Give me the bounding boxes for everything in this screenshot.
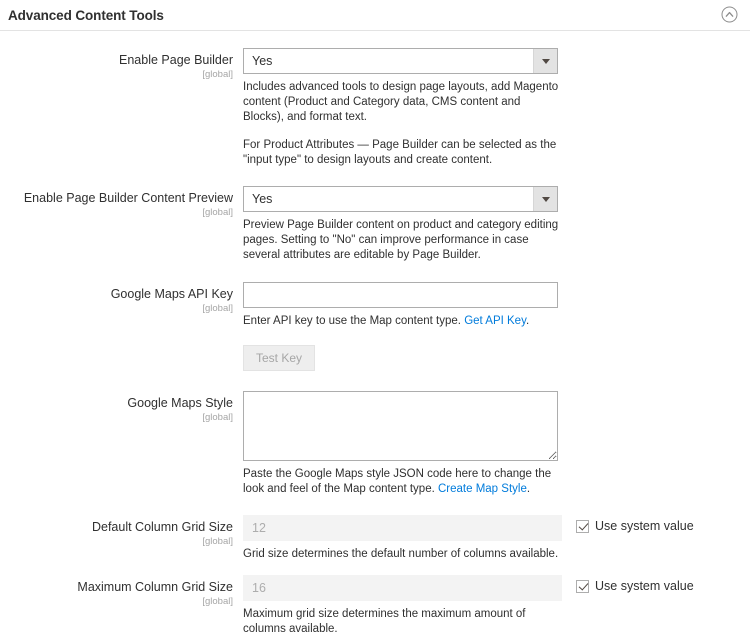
field-control-google-maps-style: Paste the Google Maps style JSON code he… bbox=[243, 391, 750, 497]
field-label-enable-content-preview: Enable Page Builder Content Preview [glo… bbox=[0, 186, 243, 219]
field-note-5: Grid size determines the default number … bbox=[243, 547, 559, 562]
section-header[interactable]: Advanced Content Tools bbox=[0, 0, 750, 31]
chevron-down-icon[interactable] bbox=[533, 49, 557, 73]
scope-label: [global] bbox=[0, 412, 233, 424]
field-control-enable-page-builder: Yes Includes advanced tools to design pa… bbox=[243, 48, 750, 168]
field-label-default-column-grid-size: Default Column Grid Size [global] bbox=[0, 515, 243, 548]
use-system-value-maximum-grid[interactable]: Use system value bbox=[576, 575, 716, 593]
scope-label: [global] bbox=[0, 536, 233, 548]
note-suffix: . bbox=[526, 315, 529, 327]
settings-form: Enable Page Builder [global] Yes Include… bbox=[0, 31, 750, 637]
checkbox-icon[interactable] bbox=[576, 580, 589, 593]
field-google-maps-api-key: Google Maps API Key [global] Enter API k… bbox=[0, 282, 750, 371]
field-control-default-column-grid-size: Grid size determines the default number … bbox=[243, 515, 750, 562]
google-maps-style-textarea[interactable] bbox=[243, 391, 558, 461]
use-system-value-label[interactable]: Use system value bbox=[595, 519, 694, 533]
scope-label: [global] bbox=[0, 596, 233, 608]
field-control-google-maps-api-key: Enter API key to use the Map content typ… bbox=[243, 282, 750, 371]
note-prefix: Enter API key to use the Map content typ… bbox=[243, 315, 464, 327]
scope-label: [global] bbox=[0, 207, 233, 219]
field-label-enable-page-builder: Enable Page Builder [global] bbox=[0, 48, 243, 81]
scope-label: [global] bbox=[0, 69, 233, 81]
label-text: Enable Page Builder bbox=[0, 53, 233, 68]
page-title: Advanced Content Tools bbox=[8, 8, 164, 23]
field-label-google-maps-api-key: Google Maps API Key [global] bbox=[0, 282, 243, 315]
label-text: Default Column Grid Size bbox=[0, 520, 233, 535]
field-maximum-column-grid-size: Maximum Column Grid Size [global] Maximu… bbox=[0, 575, 750, 637]
label-text: Google Maps Style bbox=[0, 396, 233, 411]
field-default-column-grid-size: Default Column Grid Size [global] Grid s… bbox=[0, 515, 750, 562]
maximum-column-grid-size-input[interactable] bbox=[243, 575, 562, 601]
field-control-enable-content-preview: Yes Preview Page Builder content on prod… bbox=[243, 186, 750, 263]
chevron-up-circle-icon[interactable] bbox=[721, 6, 738, 23]
field-note-4: Paste the Google Maps style JSON code he… bbox=[243, 467, 559, 497]
use-system-value-default-grid[interactable]: Use system value bbox=[576, 515, 716, 533]
select-selected-value: Yes bbox=[252, 49, 272, 73]
get-api-key-link[interactable]: Get API Key bbox=[464, 315, 526, 327]
field-google-maps-style: Google Maps Style [global] Paste the Goo… bbox=[0, 391, 750, 497]
field-enable-page-builder: Enable Page Builder [global] Yes Include… bbox=[0, 48, 750, 168]
default-column-grid-size-input[interactable] bbox=[243, 515, 562, 541]
test-key-button[interactable]: Test Key bbox=[243, 345, 315, 371]
field-note-3: Enter API key to use the Map content typ… bbox=[243, 314, 559, 329]
field-note-2: Preview Page Builder content on product … bbox=[243, 218, 559, 263]
use-system-value-label[interactable]: Use system value bbox=[595, 579, 694, 593]
label-text: Maximum Column Grid Size bbox=[0, 580, 233, 595]
checkbox-icon[interactable] bbox=[576, 520, 589, 533]
field-label-maximum-column-grid-size: Maximum Column Grid Size [global] bbox=[0, 575, 243, 608]
field-enable-content-preview: Enable Page Builder Content Preview [glo… bbox=[0, 186, 750, 263]
chevron-down-icon[interactable] bbox=[533, 187, 557, 211]
field-note-1b: For Product Attributes — Page Builder ca… bbox=[243, 138, 559, 168]
note-suffix: . bbox=[527, 483, 530, 495]
enable-content-preview-select[interactable]: Yes bbox=[243, 186, 558, 212]
scope-label: [global] bbox=[0, 303, 233, 315]
field-note-1a: Includes advanced tools to design page l… bbox=[243, 80, 559, 125]
label-text: Google Maps API Key bbox=[0, 287, 233, 302]
field-note-6: Maximum grid size determines the maximum… bbox=[243, 607, 559, 637]
label-text: Enable Page Builder Content Preview bbox=[0, 191, 233, 206]
field-label-google-maps-style: Google Maps Style [global] bbox=[0, 391, 243, 424]
field-control-maximum-column-grid-size: Maximum grid size determines the maximum… bbox=[243, 575, 750, 637]
google-maps-api-key-input[interactable] bbox=[243, 282, 558, 308]
select-selected-value: Yes bbox=[252, 187, 272, 211]
create-map-style-link[interactable]: Create Map Style bbox=[438, 483, 527, 495]
enable-page-builder-select[interactable]: Yes bbox=[243, 48, 558, 74]
